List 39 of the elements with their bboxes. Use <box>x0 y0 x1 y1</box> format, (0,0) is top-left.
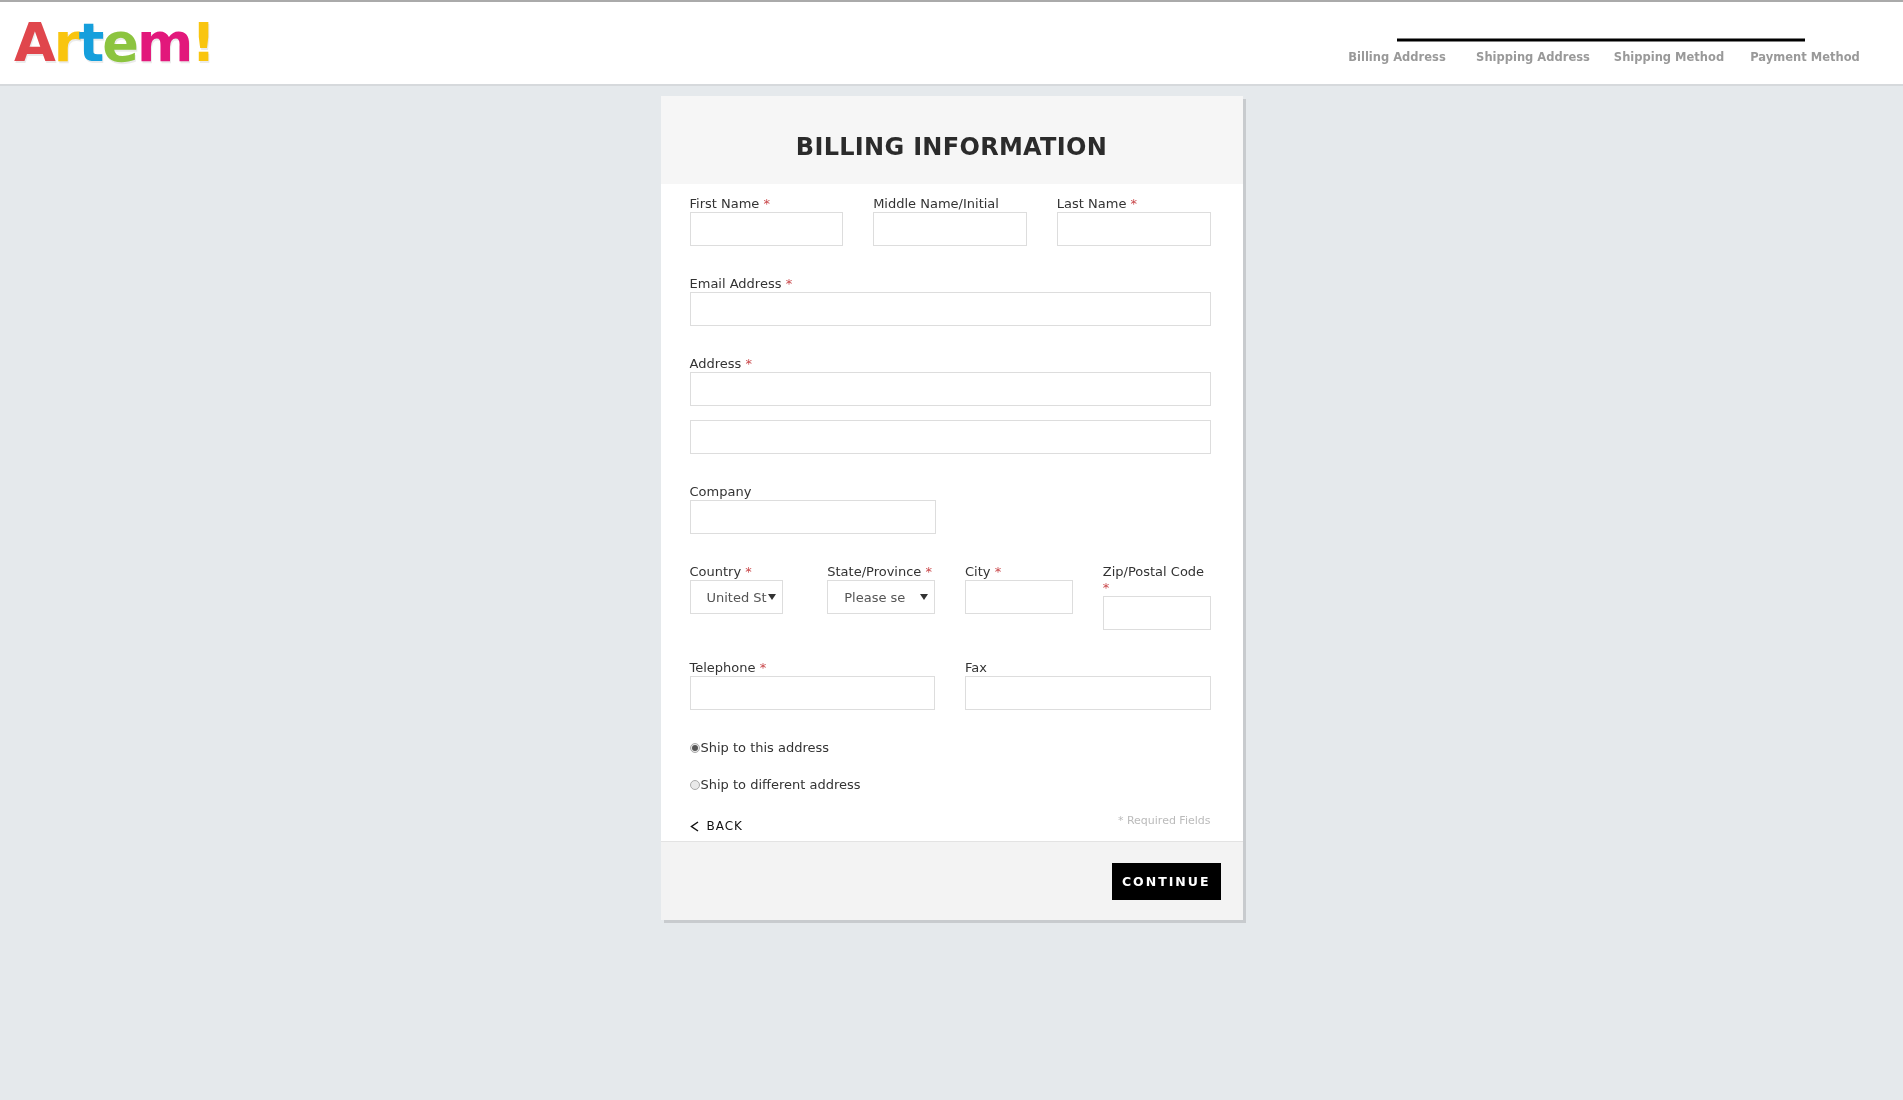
step-label: Payment Method <box>1750 50 1860 64</box>
field-label: Email Address * <box>689 276 794 292</box>
input-field[interactable] <box>689 212 844 246</box>
input-field[interactable] <box>873 212 1027 246</box>
select-field[interactable]: United St <box>689 580 783 614</box>
step-label: Shipping Method <box>1613 50 1725 64</box>
radio-option[interactable]: Ship to this address <box>689 740 830 755</box>
field-label: State/Province * <box>827 564 933 580</box>
required-note: * Required Fields <box>1117 814 1211 827</box>
chevron-icon <box>689 820 699 832</box>
input-field[interactable] <box>689 676 935 710</box>
caret-icon <box>920 594 928 600</box>
radio-option[interactable]: Ship to different address <box>689 777 861 792</box>
caret-icon <box>767 594 776 600</box>
input-field[interactable] <box>689 420 1211 454</box>
input-field[interactable] <box>965 676 1211 710</box>
step-label: Shipping Address <box>1476 50 1590 64</box>
select-field[interactable]: Please se <box>827 580 935 614</box>
logo[interactable]: Artem! <box>14 16 214 70</box>
continue-button[interactable]: CONTINUE <box>1111 862 1221 900</box>
field-label: Country * <box>689 564 753 580</box>
input-field[interactable] <box>689 292 1211 326</box>
input-field[interactable] <box>1056 212 1211 246</box>
input-field[interactable] <box>689 372 1211 406</box>
field-label: Fax <box>965 660 988 676</box>
field-label: Zip/Postal Code * <box>1102 564 1206 596</box>
input-field[interactable] <box>689 500 936 534</box>
field-label: Middle Name/Initial <box>873 196 1000 212</box>
field-label: Telephone * <box>689 660 768 676</box>
field-label: First Name * <box>689 196 771 212</box>
step-label: Billing Address <box>1348 50 1446 64</box>
field-label: Last Name * <box>1056 196 1139 212</box>
field-label: City * <box>965 564 1003 580</box>
input-field[interactable] <box>965 580 1073 614</box>
field-label: Company <box>689 484 753 500</box>
input-field[interactable] <box>1102 596 1211 630</box>
form-title: BILLING INFORMATION <box>795 133 1108 161</box>
back-link[interactable]: BACK <box>689 819 743 833</box>
field-label: Address * <box>689 356 753 372</box>
